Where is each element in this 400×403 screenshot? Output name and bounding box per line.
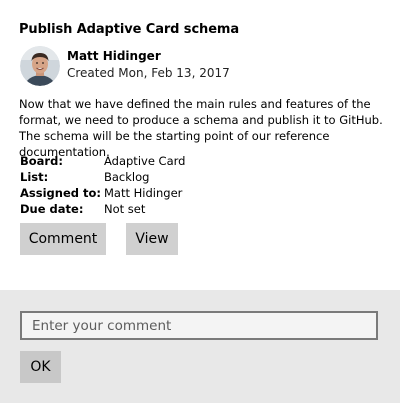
fact-set: Board: Adaptive Card List: Backlog Assig… [20, 153, 185, 217]
fact-key: Due date: [20, 202, 84, 216]
fact-key: List: [20, 170, 49, 184]
comment-input[interactable] [20, 311, 378, 340]
comment-button[interactable]: Comment [20, 223, 106, 255]
adaptive-card: Publish Adaptive Card schema Matt Hiding… [0, 0, 400, 403]
fact-row-due: Due date: Not set [20, 201, 185, 217]
fact-value: Not set [104, 202, 146, 216]
author-avatar [20, 46, 60, 86]
fact-value: Matt Hidinger [104, 186, 183, 200]
view-button[interactable]: View [126, 223, 178, 255]
created-date: Created Mon, Feb 13, 2017 [67, 66, 230, 80]
avatar-image [20, 46, 60, 86]
card-description: Now that we have defined the main rules … [19, 97, 383, 159]
card-title: Publish Adaptive Card schema [19, 22, 240, 37]
fact-value: Backlog [104, 170, 150, 184]
fact-row-board: Board: Adaptive Card [20, 153, 185, 169]
comment-panel: OK [0, 290, 400, 403]
card-body: Publish Adaptive Card schema Matt Hiding… [0, 0, 400, 289]
fact-key: Assigned to: [20, 186, 101, 200]
author-name: Matt Hidinger [67, 49, 161, 63]
fact-row-assigned: Assigned to: Matt Hidinger [20, 185, 185, 201]
fact-row-list: List: Backlog [20, 169, 185, 185]
ok-button[interactable]: OK [20, 351, 61, 383]
fact-key: Board: [20, 154, 63, 168]
fact-value: Adaptive Card [104, 154, 186, 168]
